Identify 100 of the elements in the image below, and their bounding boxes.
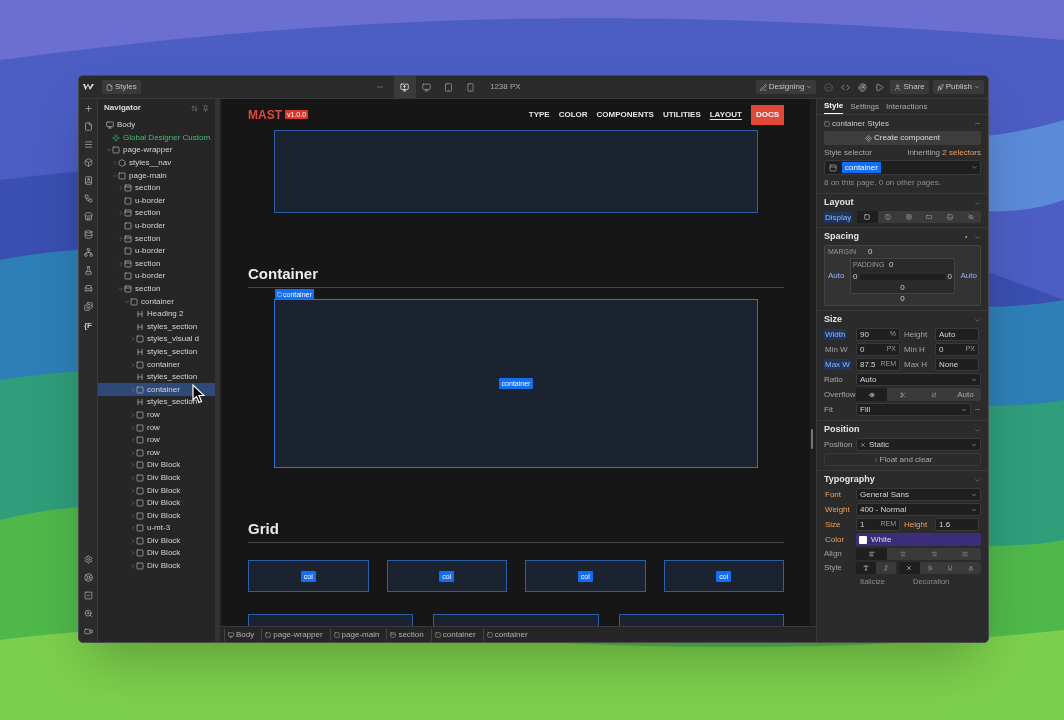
radar-icon[interactable] xyxy=(858,82,868,92)
docs-button[interactable]: DOCS xyxy=(750,104,784,125)
navigator-item[interactable]: styles_section xyxy=(98,396,215,409)
page-icon[interactable] xyxy=(83,122,93,131)
minus-icon[interactable] xyxy=(375,83,384,91)
navigator-item[interactable]: Div Block xyxy=(98,459,215,472)
caret-icon[interactable] xyxy=(117,260,124,267)
navigator-item[interactable]: Div Block xyxy=(98,496,215,510)
navigator-item[interactable]: Global Designer Custom xyxy=(98,131,215,145)
database-icon[interactable] xyxy=(83,230,93,239)
breadcrumb-item[interactable]: Body xyxy=(224,628,258,641)
help-icon[interactable] xyxy=(83,573,93,582)
caret-icon[interactable] xyxy=(129,563,136,570)
navigator-item[interactable]: container xyxy=(98,358,215,371)
panel-tab[interactable]: Interactions xyxy=(886,99,928,114)
float-clear-button[interactable]: Float and clear xyxy=(824,453,981,466)
collapse-icon[interactable] xyxy=(974,426,981,434)
none-button[interactable] xyxy=(899,562,920,574)
nav-link[interactable]: UTILITIES xyxy=(662,108,701,121)
zoom-icon[interactable] xyxy=(83,609,93,618)
align-option[interactable] xyxy=(856,548,888,560)
preview-icon[interactable] xyxy=(875,82,885,92)
breakpoint-button[interactable] xyxy=(393,76,416,98)
caret-icon[interactable] xyxy=(129,550,136,557)
caret-icon[interactable] xyxy=(105,147,112,154)
minus-icon[interactable] xyxy=(974,406,981,413)
navigator-item[interactable]: section xyxy=(98,207,215,220)
collapse-icon[interactable] xyxy=(974,233,981,241)
margin-bottom[interactable]: 0 xyxy=(900,294,905,304)
store-icon[interactable] xyxy=(83,212,93,221)
size-field[interactable]: None xyxy=(935,358,979,371)
caret-icon[interactable] xyxy=(129,449,136,456)
navigator-item[interactable]: styles_section xyxy=(98,370,215,384)
caret-icon[interactable] xyxy=(123,298,130,305)
display-option[interactable] xyxy=(857,211,878,223)
size-field[interactable]: Auto xyxy=(935,328,979,341)
code-icon[interactable] xyxy=(841,82,851,92)
navigator-item[interactable]: row xyxy=(98,433,215,447)
video-icon[interactable] xyxy=(83,627,93,636)
pages-button[interactable]: Styles xyxy=(102,80,141,94)
navigator-item[interactable]: Heading 2 xyxy=(98,307,215,321)
breadcrumb-item[interactable]: container xyxy=(482,628,531,641)
navigator-item[interactable]: section xyxy=(98,257,215,271)
caret-icon[interactable] xyxy=(129,537,136,544)
panel-tab[interactable]: Style xyxy=(824,99,844,114)
breadcrumb-item[interactable]: page-main xyxy=(329,628,383,641)
caret-icon[interactable] xyxy=(129,487,136,494)
navigator-item[interactable]: Body xyxy=(98,119,215,132)
collapse-icon[interactable] xyxy=(974,476,981,484)
navigator-item[interactable]: page-wrapper xyxy=(98,144,215,157)
settings-icon[interactable] xyxy=(83,555,93,564)
cube-icon[interactable] xyxy=(83,158,93,167)
navigator-item[interactable]: section xyxy=(98,181,215,195)
margin-right[interactable]: Auto xyxy=(957,270,977,282)
navigator-item[interactable]: Div Block xyxy=(98,559,215,573)
nav-link[interactable]: COLOR xyxy=(558,108,588,121)
nav-link[interactable]: COMPONENTS xyxy=(596,108,654,121)
overflow-option[interactable] xyxy=(856,388,888,401)
caret-icon[interactable] xyxy=(129,525,136,532)
logo-icon[interactable] xyxy=(83,83,94,91)
caret-icon[interactable] xyxy=(117,235,124,242)
font-select[interactable]: General Sans xyxy=(856,488,981,501)
navigator-item[interactable]: row xyxy=(98,446,215,460)
margin-left[interactable]: Auto xyxy=(828,270,848,282)
caret-icon[interactable] xyxy=(129,336,136,343)
collapse-all-icon[interactable] xyxy=(191,104,198,112)
caret-icon[interactable] xyxy=(129,512,136,519)
padding-bottom[interactable]: 0 xyxy=(900,283,905,293)
navigator-item[interactable]: Div Block xyxy=(98,484,215,497)
caret-icon[interactable] xyxy=(129,411,136,418)
padding-right[interactable]: 0 xyxy=(947,271,952,283)
checkbox-icon[interactable] xyxy=(83,591,93,600)
navigator-item[interactable]: Div Block xyxy=(98,534,215,548)
caret-icon[interactable] xyxy=(117,210,124,217)
navigator-item[interactable]: styles_section xyxy=(98,345,215,359)
caret-icon[interactable] xyxy=(111,160,118,167)
navigator-item[interactable]: section xyxy=(98,232,215,245)
ratio-select[interactable]: Auto xyxy=(856,373,981,386)
share-button[interactable]: Share xyxy=(890,80,929,94)
navigator-item[interactable]: container xyxy=(98,383,215,397)
images-icon[interactable] xyxy=(83,302,93,311)
navigator-item[interactable]: page-main xyxy=(98,169,215,182)
navigator-item[interactable]: styles_visual d xyxy=(98,333,215,346)
navigator-item[interactable]: u-mt-3 xyxy=(98,522,215,535)
check-icon[interactable] xyxy=(824,82,834,92)
nav-link[interactable]: LAYOUT xyxy=(709,108,742,121)
site-brand[interactable]: MAST xyxy=(248,105,282,124)
rail-badge[interactable]: {F xyxy=(84,320,92,332)
nav-link[interactable]: TYPE xyxy=(528,108,550,121)
caret-icon[interactable] xyxy=(129,424,136,431)
margin-top[interactable]: 0 xyxy=(868,246,873,258)
caret-icon[interactable] xyxy=(129,462,136,469)
network-icon[interactable] xyxy=(83,248,93,257)
color-field[interactable]: White xyxy=(856,533,981,546)
caret-icon[interactable] xyxy=(117,286,124,292)
navigator-item[interactable]: row xyxy=(98,421,215,434)
navigator-item[interactable]: section xyxy=(98,282,215,296)
navigator-item[interactable]: styles_section xyxy=(98,320,215,334)
mode-button[interactable]: Designing xyxy=(755,80,817,94)
padding-left[interactable]: 0 xyxy=(853,271,858,283)
